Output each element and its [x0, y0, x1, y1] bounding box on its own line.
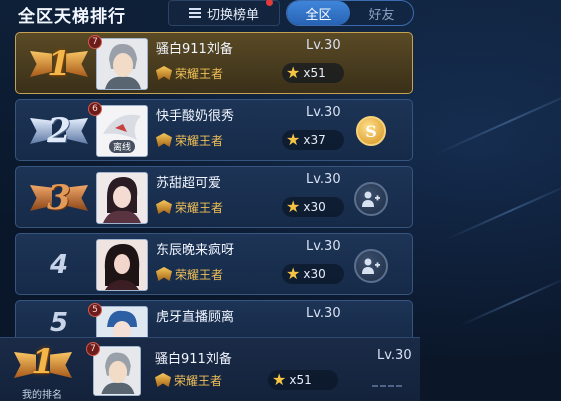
divider: [372, 385, 402, 390]
level-chip: 5: [88, 303, 102, 317]
rank-4-badge: 4: [49, 250, 69, 280]
player-name: 虎牙直播顾离: [156, 310, 235, 325]
my-rank-bar[interactable]: 1 我的排名 7 骚白911刘备 Lv.30 荣耀王者 ★ x51: [0, 337, 420, 401]
player-level: Lv.30: [306, 239, 341, 254]
player-name: 东辰晚来疯呀: [156, 243, 235, 258]
player-level: Lv.30: [306, 172, 341, 187]
add-friend-icon: [362, 258, 380, 274]
player-name: 骚白911刘备: [156, 42, 233, 57]
my-rank-title: 荣耀王者: [155, 371, 222, 389]
level-chip: 7: [86, 342, 100, 356]
my-player-level: Lv.30: [377, 348, 412, 363]
switch-board-label: 切换榜单: [206, 7, 259, 23]
star-count: ★ x37: [282, 130, 344, 150]
coin-icon: S: [365, 121, 377, 141]
star-icon: ★: [286, 197, 301, 216]
player-name: 苏甜超可爱: [156, 176, 222, 191]
star-icon: ★: [286, 264, 301, 283]
tab-friends[interactable]: 好友: [350, 1, 413, 25]
star-icon: ★: [286, 63, 301, 82]
my-star-count: ★ x51: [268, 370, 338, 390]
offline-tag: 离线: [108, 140, 135, 153]
avatar[interactable]: [96, 172, 148, 224]
coin-gift-button[interactable]: S: [356, 116, 386, 146]
level-chip: 7: [88, 35, 102, 49]
page-title: 全区天梯排行: [18, 7, 126, 27]
ranking-row[interactable]: 5 5 虎牙直播顾离 Lv.30: [15, 300, 413, 344]
rank-title: 荣耀王者: [156, 131, 223, 149]
crown-icon: [156, 267, 172, 281]
tab-all-region[interactable]: 全区: [287, 1, 350, 25]
level-chip: 6: [88, 102, 102, 116]
crown-icon: [156, 66, 172, 80]
list-icon: [188, 8, 201, 18]
crown-icon: [156, 200, 172, 214]
add-friend-icon: [362, 191, 380, 207]
rank-3-badge: 3: [28, 173, 90, 223]
my-rank-label: 我的排名: [22, 390, 62, 401]
player-name: 快手酸奶很秀: [156, 109, 235, 124]
my-player-name: 骚白911刘备: [155, 352, 232, 367]
rank-2-badge: 2: [28, 106, 90, 156]
star-icon: ★: [286, 130, 301, 149]
player-level: Lv.30: [306, 105, 341, 120]
avatar[interactable]: 离线: [96, 105, 148, 157]
ranking-list: 1 7 骚白911刘备 Lv.30 荣耀王者 ★ x51 2 6 离线 快手酸奶…: [15, 32, 413, 345]
ranking-row[interactable]: 3 苏甜超可爱 Lv.30 荣耀王者 ★ x30: [15, 166, 413, 228]
player-level: Lv.30: [306, 306, 341, 321]
avatar[interactable]: [96, 38, 148, 90]
rank-title: 荣耀王者: [156, 64, 223, 82]
avatar[interactable]: [96, 239, 148, 291]
switch-board-button[interactable]: 切换榜单: [168, 0, 280, 26]
add-friend-button[interactable]: [354, 249, 388, 283]
my-rank-badge: 1: [12, 340, 74, 384]
my-avatar[interactable]: [93, 346, 141, 396]
player-level: Lv.30: [306, 38, 341, 53]
crown-icon: [156, 133, 172, 147]
star-count: ★ x30: [282, 264, 344, 284]
ranking-row[interactable]: 1 7 骚白911刘备 Lv.30 荣耀王者 ★ x51: [15, 32, 413, 94]
add-friend-button[interactable]: [354, 182, 388, 216]
rank-1-badge: 1: [28, 39, 90, 89]
rank-title: 荣耀王者: [156, 198, 223, 216]
rank-title: 荣耀王者: [156, 265, 223, 283]
ranking-row[interactable]: 2 6 离线 快手酸奶很秀 Lv.30 荣耀王者 ★ x37 S: [15, 99, 413, 161]
star-icon: ★: [272, 370, 287, 389]
header: 全区天梯排行 切换榜单 全区 好友: [0, 0, 561, 28]
crown-icon: [155, 373, 171, 387]
star-count: ★ x30: [282, 197, 344, 217]
scope-tabs: 全区 好友: [286, 0, 414, 26]
star-count: ★ x51: [282, 63, 344, 83]
ranking-row[interactable]: 4 东辰晚来疯呀 Lv.30 荣耀王者 ★ x30: [15, 233, 413, 295]
notification-dot: [266, 0, 273, 6]
